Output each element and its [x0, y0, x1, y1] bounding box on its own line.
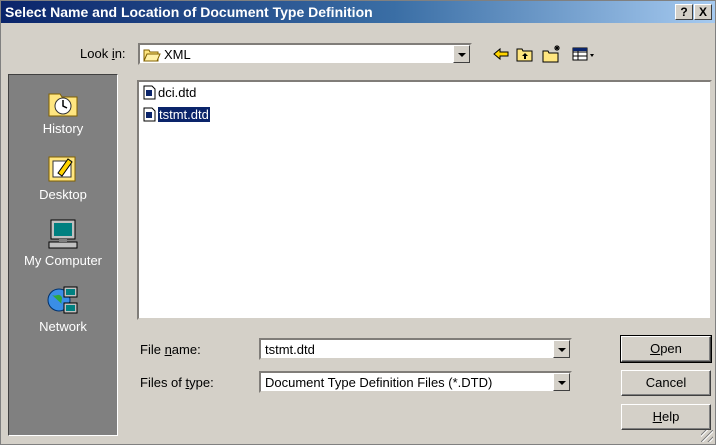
title-bar[interactable]: Select Name and Location of Document Typ… [1, 1, 715, 23]
file-type-label: Files of type: [140, 375, 214, 390]
file-type-dropdown[interactable]: Document Type Definition Files (*.DTD) [259, 371, 572, 393]
file-type-value: Document Type Definition Files (*.DTD) [265, 375, 493, 390]
window-title: Select Name and Location of Document Typ… [5, 4, 373, 20]
network-icon [46, 283, 80, 317]
look-in-dropdown[interactable]: XML [138, 43, 472, 65]
dtd-file-icon [143, 107, 156, 122]
file-item-dci[interactable]: dci.dtd [143, 85, 196, 103]
look-in-value: XML [164, 47, 191, 62]
help-title-button[interactable]: ? [675, 4, 693, 20]
up-folder-icon[interactable] [515, 44, 535, 64]
new-folder-icon[interactable] [541, 44, 561, 64]
folder-open-icon [143, 47, 161, 65]
view-menu-icon[interactable] [571, 44, 597, 64]
place-desktop[interactable]: Desktop [9, 151, 117, 202]
look-in-dropdown-button[interactable] [453, 45, 470, 63]
history-icon [46, 85, 80, 119]
place-history[interactable]: History [9, 85, 117, 136]
help-button[interactable]: Help [621, 404, 711, 430]
file-name-value: tstmt.dtd [265, 342, 315, 357]
place-my-computer[interactable]: My Computer [9, 217, 117, 268]
back-icon[interactable] [491, 44, 511, 64]
close-button[interactable]: X [694, 4, 712, 20]
file-item-tstmt[interactable]: tstmt.dtd [143, 106, 211, 125]
my-computer-icon [46, 217, 80, 251]
look-in-label: Look in: [80, 46, 126, 61]
resize-grip[interactable] [701, 430, 713, 442]
dtd-file-icon [143, 85, 156, 100]
places-bar: History Desktop My Computer Network [8, 74, 118, 436]
file-name-dropdown-button[interactable] [553, 340, 570, 358]
dialog: Select Name and Location of Document Typ… [0, 0, 716, 445]
open-button[interactable]: Open [620, 335, 712, 363]
cancel-button[interactable]: Cancel [621, 370, 711, 396]
place-network[interactable]: Network [9, 283, 117, 334]
file-name-label: File name: [140, 342, 201, 357]
desktop-icon [46, 151, 80, 185]
file-type-dropdown-button[interactable] [553, 373, 570, 391]
file-list[interactable]: dci.dtd tstmt.dtd [137, 80, 712, 320]
file-name-input[interactable]: tstmt.dtd [259, 338, 572, 360]
